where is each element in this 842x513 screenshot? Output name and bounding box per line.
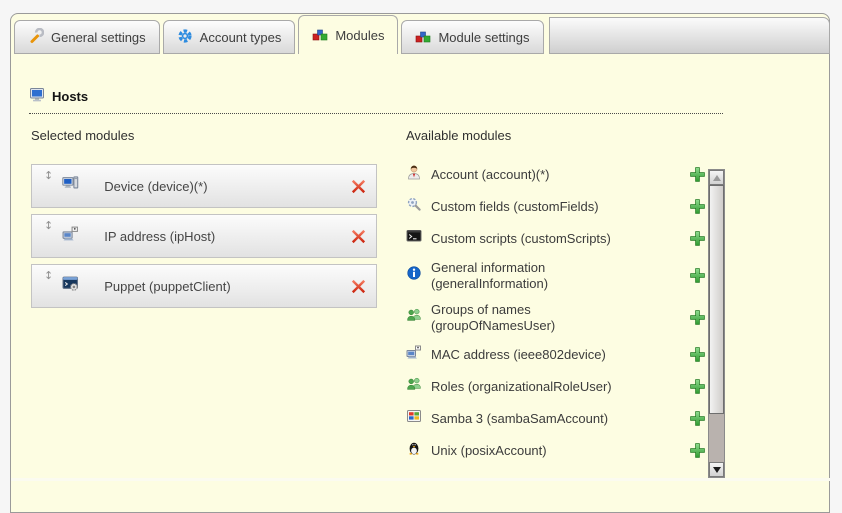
drag-handle-icon[interactable]: ↕ <box>44 170 53 181</box>
add-plus-icon <box>689 203 706 218</box>
remove-module-button[interactable] <box>350 178 367 195</box>
selected-module-row-ipaddress[interactable]: ↕ IP address (ipHost) <box>31 214 377 258</box>
available-module-row-macaddress: MAC address (ieee802device) <box>406 344 706 365</box>
delete-x-icon <box>350 283 367 298</box>
network-computer-icon <box>406 344 422 365</box>
section-title: Hosts <box>52 89 88 104</box>
tab-label: General settings <box>51 30 146 45</box>
available-module-row-unix: Unix (posixAccount) <box>406 440 706 461</box>
add-module-button[interactable] <box>689 267 706 284</box>
add-module-button[interactable] <box>689 166 706 183</box>
available-module-row-groupsofnames: Groups of names (groupOfNamesUser) <box>406 302 706 333</box>
available-module-row-account: Account (account)(*) <box>406 164 706 185</box>
drag-handle-icon[interactable]: ↕ <box>44 220 53 231</box>
module-label: Puppet (puppetClient) <box>104 279 350 294</box>
add-module-button[interactable] <box>689 346 706 363</box>
add-module-button[interactable] <box>689 230 706 247</box>
tab-module-settings[interactable]: Module settings <box>401 20 543 54</box>
add-plus-icon <box>689 314 706 329</box>
module-label: Custom scripts (customScripts) <box>431 231 649 247</box>
selected-modules-list: ↕ Device (device)(*) <box>31 164 377 308</box>
add-plus-icon <box>689 235 706 250</box>
module-label: Unix (posixAccount) <box>431 443 649 459</box>
add-plus-icon <box>689 415 706 430</box>
selected-modules-label: Selected modules <box>31 128 377 143</box>
modules-blocks-icon <box>415 28 431 47</box>
arrow-down-icon <box>713 467 721 473</box>
group-icon <box>406 307 422 328</box>
selected-module-row-puppet[interactable]: ↕ Puppet (puppetClient) <box>31 264 377 308</box>
scrollbar-up-button[interactable] <box>709 170 724 185</box>
delete-x-icon <box>350 183 367 198</box>
add-plus-icon <box>689 351 706 366</box>
available-module-row-customfields: Custom fields (customFields) <box>406 196 706 217</box>
add-plus-icon <box>689 171 706 186</box>
tab-label: Account types <box>200 30 282 45</box>
tux-icon <box>406 440 422 461</box>
module-label: Custom fields (customFields) <box>431 199 649 215</box>
module-label: IP address (ipHost) <box>104 229 350 244</box>
available-modules-scrollbar[interactable] <box>708 169 725 478</box>
module-label: Samba 3 (sambaSamAccount) <box>431 411 649 427</box>
add-plus-icon <box>689 447 706 462</box>
tab-bar-filler <box>549 17 830 54</box>
person-icon <box>406 164 422 185</box>
arrow-up-icon <box>713 175 721 181</box>
add-module-button[interactable] <box>689 442 706 459</box>
available-module-row-samba3: Samba 3 (sambaSamAccount) <box>406 408 706 429</box>
scrollbar-down-button[interactable] <box>709 462 724 477</box>
windows-logo-icon <box>406 408 422 429</box>
add-module-button[interactable] <box>689 378 706 395</box>
available-modules-label: Available modules <box>406 128 736 143</box>
remove-module-button[interactable] <box>350 278 367 295</box>
module-label: Roles (organizationalRoleUser) <box>431 379 649 395</box>
remove-module-button[interactable] <box>350 228 367 245</box>
selected-modules-column: Selected modules ↕ Device (device)(*) <box>31 128 377 314</box>
tab-account-types[interactable]: Account types <box>163 20 296 54</box>
drag-handle-icon[interactable]: ↕ <box>44 270 53 281</box>
network-computer-icon <box>62 225 79 247</box>
terminal-gear-icon <box>62 275 79 297</box>
wrench-icon <box>28 28 44 47</box>
module-label: General information (generalInformation) <box>431 260 581 291</box>
available-module-row-generalinformation: General information (generalInformation) <box>406 260 706 291</box>
tab-modules[interactable]: Modules <box>298 15 398 54</box>
group-icon <box>406 376 422 397</box>
module-label: MAC address (ieee802device) <box>431 347 649 363</box>
tab-bar: General settings Account types Modules <box>11 14 829 54</box>
available-modules-column: Available modules Account (account)(*) <box>406 128 736 466</box>
settings-panel: General settings Account types Modules <box>10 13 830 513</box>
add-plus-icon <box>689 383 706 398</box>
add-module-button[interactable] <box>689 309 706 326</box>
add-module-button[interactable] <box>689 198 706 215</box>
modules-blocks-icon <box>312 26 328 45</box>
available-module-row-roles: Roles (organizationalRoleUser) <box>406 376 706 397</box>
module-label: Account (account)(*) <box>431 167 649 183</box>
magnifier-gear-icon <box>406 196 422 217</box>
available-modules-list: Account (account)(*) <box>406 164 706 466</box>
module-label: Device (device)(*) <box>104 179 350 194</box>
tab-general-settings[interactable]: General settings <box>14 20 160 54</box>
add-plus-icon <box>689 272 706 287</box>
add-module-button[interactable] <box>689 410 706 427</box>
info-icon <box>406 265 422 286</box>
tab-label: Modules <box>335 28 384 43</box>
scrollbar-thumb[interactable] <box>709 185 724 414</box>
selected-module-row-device[interactable]: ↕ Device (device)(*) <box>31 164 377 208</box>
tab-label: Module settings <box>438 30 529 45</box>
account-types-gear-icon <box>177 28 193 47</box>
module-label: Groups of names (groupOfNamesUser) <box>431 302 581 333</box>
terminal-icon <box>406 228 422 249</box>
workstation-icon <box>62 175 79 197</box>
section-heading: Hosts <box>29 87 723 114</box>
delete-x-icon <box>350 233 367 248</box>
available-module-row-customscripts: Custom scripts (customScripts) <box>406 228 706 249</box>
monitor-icon <box>29 87 45 106</box>
